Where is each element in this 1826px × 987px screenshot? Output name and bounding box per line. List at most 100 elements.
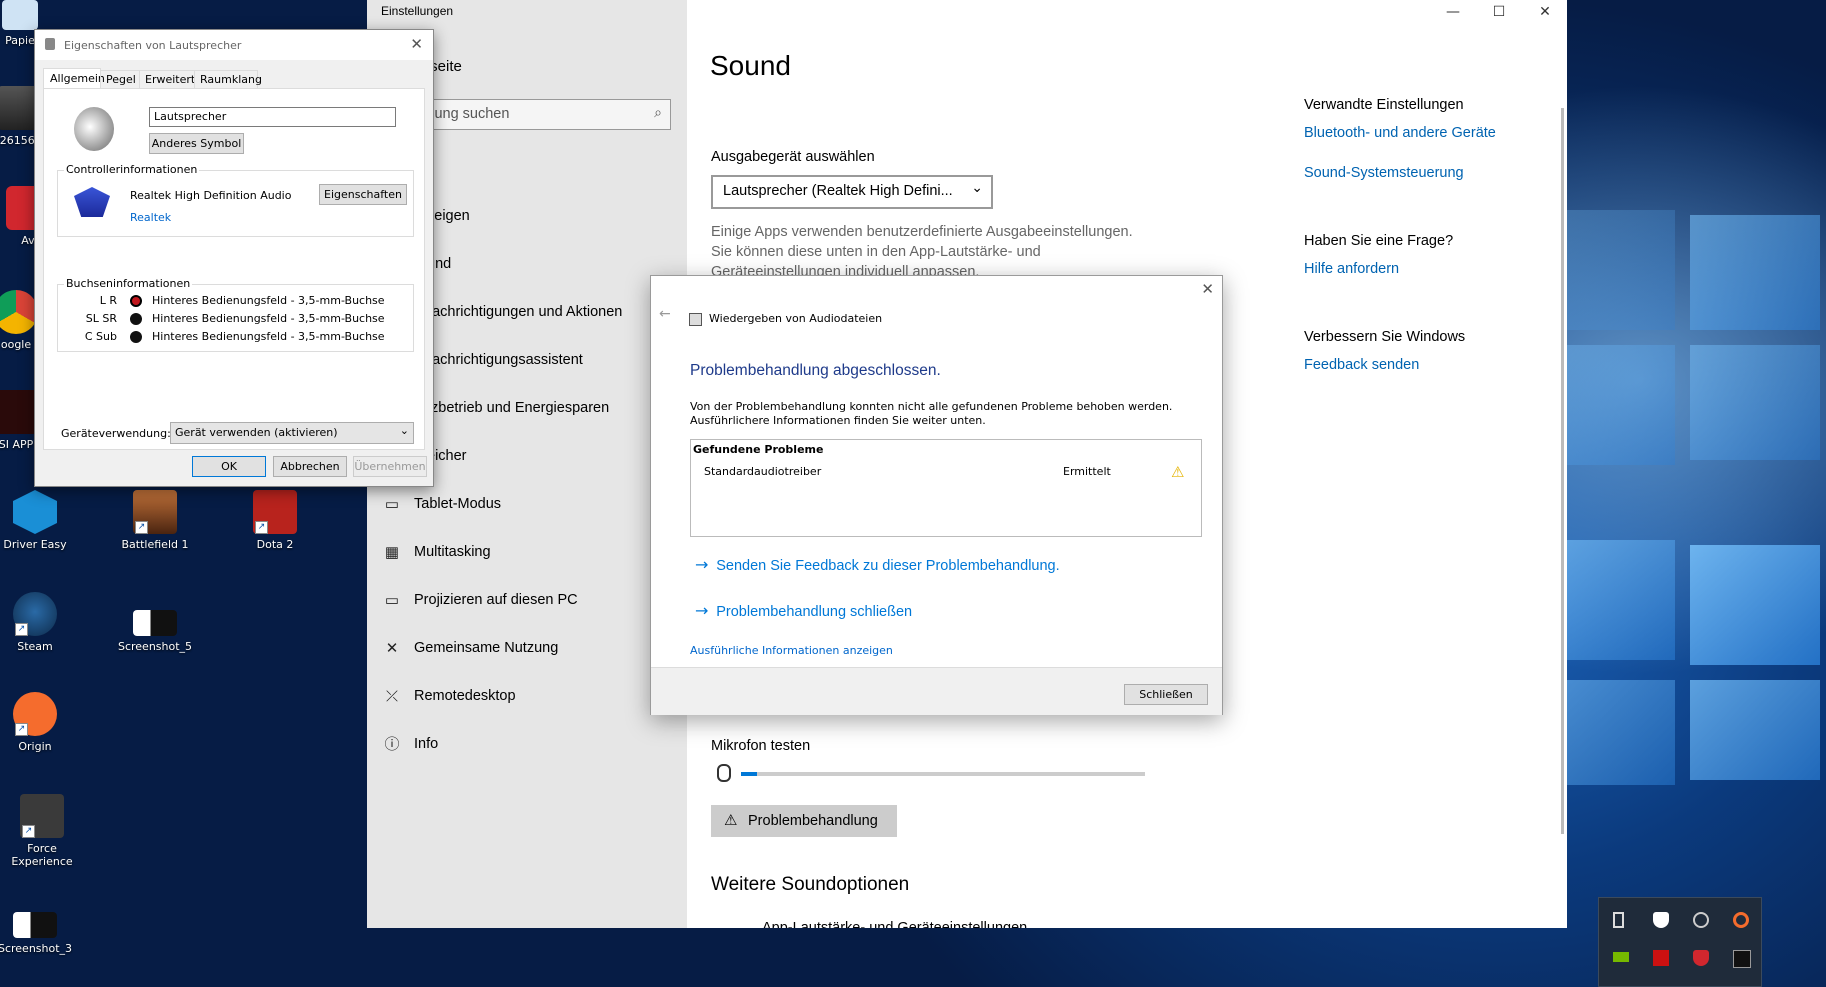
geforce-icon: ↗ <box>20 794 64 838</box>
desktop-icon-label: Origin <box>18 740 52 753</box>
antivirus-tray-icon[interactable] <box>1693 950 1709 966</box>
nav-item-remote-desktop[interactable]: ⤫ Remotedesktop <box>367 677 687 717</box>
apply-button[interactable]: Übernehmen <box>353 456 427 477</box>
tab-raumklang[interactable]: Raumklang <box>194 70 262 90</box>
tab-erweitert[interactable]: Erweitert <box>139 70 195 90</box>
more-sound-item[interactable]: App-Lautstärke- und Geräteeinstellungen <box>722 920 1122 928</box>
help-link[interactable]: Hilfe anfordern <box>1304 261 1399 277</box>
usage-dropdown[interactable]: Gerät verwenden (aktivieren) ⌄ <box>170 422 414 444</box>
wallpaper-pane <box>1565 680 1675 785</box>
back-arrow-icon[interactable]: ← <box>659 306 671 322</box>
tab-allgemein[interactable]: Allgemein <box>43 68 105 90</box>
troubleshooter-title: Wiedergeben von Audiodateien <box>709 312 883 325</box>
desktop-icon-label: Papie <box>5 34 35 47</box>
found-problems-header: Gefundene Probleme <box>693 443 824 456</box>
chevron-down-icon: ⌄ <box>971 180 983 196</box>
dialog-footer: Schließen <box>651 667 1222 715</box>
tab-label: Raumklang <box>200 73 262 86</box>
problem-status: Ermittelt <box>1063 465 1111 478</box>
jack-desc: Hinteres Bedienungsfeld - 3,5-mm-Buchse <box>152 312 385 325</box>
close-dialog-button[interactable]: Schließen <box>1124 684 1208 705</box>
close-icon[interactable]: ✕ <box>410 35 423 53</box>
nav-item-label: Tablet-Modus <box>414 496 502 512</box>
output-note: Einige Apps verwenden benutzerdefinierte… <box>711 224 1133 280</box>
desktop-icon-driver-easy[interactable]: Driver Easy <box>0 490 75 551</box>
feedback-link[interactable]: → Senden Sie Feedback zu dieser Problemb… <box>695 555 1060 574</box>
desktop-icon-battlefield[interactable]: ↗ Battlefield 1 <box>115 490 195 551</box>
arrow-right-icon: → <box>695 555 709 574</box>
desktop-icon-origin[interactable]: ↗ Origin <box>0 692 75 753</box>
image-file-icon <box>133 610 177 636</box>
ok-button[interactable]: OK <box>192 456 266 477</box>
close-troubleshooter-link[interactable]: → Problembehandlung schließen <box>695 601 912 620</box>
nvidia-icon[interactable] <box>1613 952 1629 962</box>
found-problems-box: Gefundene Probleme Standardaudiotreiber … <box>690 439 1202 537</box>
warning-icon: ⚠ <box>724 811 738 829</box>
controller-vendor-link[interactable]: Realtek <box>130 211 171 224</box>
shield-icon[interactable] <box>1653 912 1669 928</box>
details-link[interactable]: Ausführliche Informationen anzeigen <box>690 644 893 657</box>
tab-label: Pegel <box>106 73 136 86</box>
image-file-icon <box>13 912 57 938</box>
nav-item-label: Remotedesktop <box>414 688 516 704</box>
desktop-icon-label: Dota 2 <box>256 538 294 551</box>
device-name-input[interactable]: Lautsprecher <box>149 107 396 127</box>
dialog-titlebar: Eigenschaften von Lautsprecher ✕ <box>35 30 433 60</box>
mic-level-fill <box>741 772 758 776</box>
controller-properties-button[interactable]: Eigenschaften <box>319 184 407 205</box>
troubleshooter-heading: Problembehandlung abgeschlossen. <box>690 362 941 379</box>
close-button[interactable]: ✕ <box>1522 0 1568 24</box>
jack-desc: Hinteres Bedienungsfeld - 3,5-mm-Buchse <box>152 330 385 343</box>
desktop-icon-screenshot5[interactable]: Screenshot_5 <box>115 592 195 653</box>
minimize-button[interactable]: — <box>1430 0 1476 24</box>
origin-tray-icon[interactable] <box>1733 912 1749 928</box>
desktop-icon-label: SI APP <box>0 438 34 451</box>
terminal-icon[interactable] <box>1733 950 1751 968</box>
desktop-icon-label: Screenshot_3 <box>0 942 73 955</box>
msi-icon[interactable] <box>1653 950 1669 966</box>
network-icon[interactable] <box>1693 912 1709 928</box>
nav-item-label: Projizieren auf diesen PC <box>414 592 578 608</box>
jack-group-title: Buchseninformationen <box>64 277 193 290</box>
search-input[interactable]: llung suchen <box>428 106 509 122</box>
desktop-icon-steam[interactable]: ↗ Steam <box>0 592 75 653</box>
cancel-button[interactable]: Abbrechen <box>273 456 347 477</box>
nav-item-multitasking[interactable]: ▦ Multitasking <box>367 533 687 573</box>
project-icon: ▭ <box>384 592 400 609</box>
jack-row: SL SR Hinteres Bedienungsfeld - 3,5-mm-B… <box>57 311 412 327</box>
sound-control-panel-link[interactable]: Sound-Systemsteuerung <box>1304 165 1464 181</box>
improve-heading: Verbessern Sie Windows <box>1304 329 1466 345</box>
output-device-dropdown[interactable]: Lautsprecher (Realtek High Defini... ⌄ <box>711 175 993 209</box>
recycle-bin-icon <box>2 0 38 30</box>
nav-item-shared[interactable]: ✕ Gemeinsame Nutzung <box>367 629 687 669</box>
problem-row[interactable]: Standardaudiotreiber Ermittelt ⚠ <box>691 462 1201 482</box>
feedback-link[interactable]: Feedback senden <box>1304 357 1419 373</box>
bluetooth-link[interactable]: Bluetooth- und andere Geräte <box>1304 125 1496 141</box>
tablet-icon: ▭ <box>384 496 400 513</box>
troubleshoot-label: Problembehandlung <box>748 813 878 829</box>
dota-icon: ↗ <box>253 490 297 534</box>
nav-item-label: Gemeinsame Nutzung <box>414 640 559 656</box>
close-icon[interactable]: ✕ <box>1201 280 1214 298</box>
nav-item-tablet-mode[interactable]: ▭ Tablet-Modus <box>367 485 687 525</box>
warning-icon: ⚠ <box>1171 463 1185 481</box>
mic-test-label: Mikrofon testen <box>711 738 811 754</box>
msi-app-icon <box>0 390 38 434</box>
desktop-icon-geforce[interactable]: ↗ Force Experience <box>2 794 82 868</box>
feedback-link-label: Senden Sie Feedback zu dieser Problembeh… <box>716 558 1060 574</box>
tab-pegel[interactable]: Pegel <box>100 70 140 90</box>
battlefield-icon: ↗ <box>133 490 177 534</box>
close-link-label: Problembehandlung schließen <box>716 604 913 620</box>
desktop-icon-dota[interactable]: ↗ Dota 2 <box>235 490 315 551</box>
scrollbar[interactable] <box>1561 108 1564 834</box>
troubleshoot-button[interactable]: ⚠ Problembehandlung <box>711 805 897 837</box>
nav-item-project[interactable]: ▭ Projizieren auf diesen PC <box>367 581 687 621</box>
wallpaper-pane <box>1565 540 1675 660</box>
change-icon-button[interactable]: Anderes Symbol <box>149 133 244 154</box>
search-icon[interactable]: ⌕ <box>654 105 662 121</box>
usb-icon[interactable] <box>1613 912 1624 928</box>
maximize-button[interactable]: ☐ <box>1476 0 1522 24</box>
nav-item-info[interactable]: ⓘ Info <box>367 725 687 765</box>
desktop-icon-screenshot3[interactable]: Screenshot_3 <box>0 894 75 955</box>
controller-name: Realtek High Definition Audio <box>130 189 292 202</box>
